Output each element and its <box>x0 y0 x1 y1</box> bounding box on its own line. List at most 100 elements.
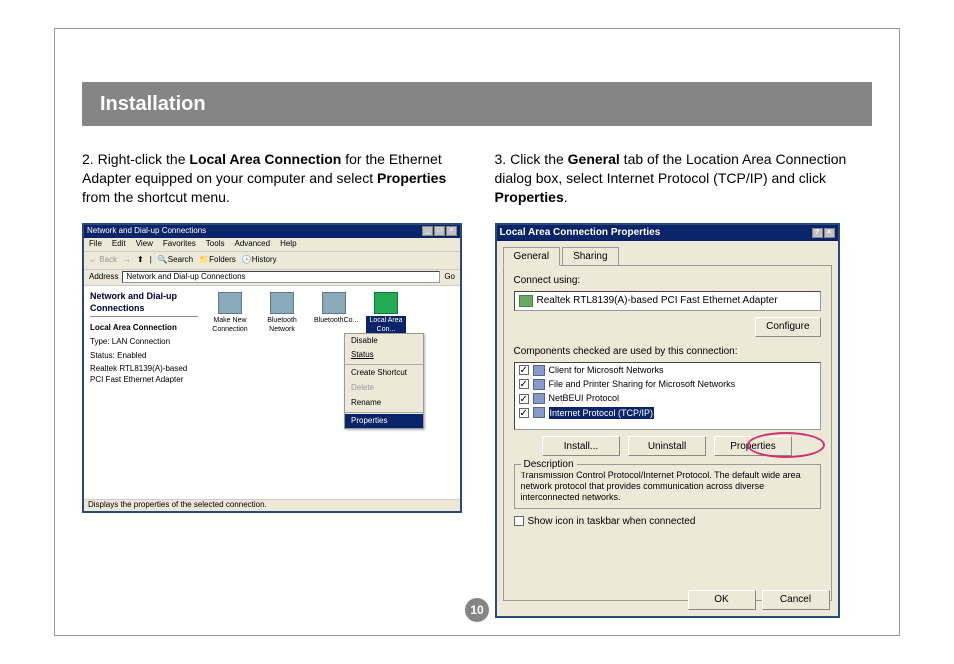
make-new-connection-icon[interactable]: Make New Connection <box>210 292 250 335</box>
step3-t3: . <box>564 189 568 205</box>
properties-button[interactable]: Properties <box>714 436 792 456</box>
ctx-status[interactable]: Status <box>345 348 423 363</box>
step-3-text: 3. Click the General tab of the Location… <box>495 150 878 207</box>
ok-button[interactable]: OK <box>688 590 756 610</box>
step3-b2: Properties <box>495 189 564 205</box>
tab-sharing[interactable]: Sharing <box>562 247 618 266</box>
address-field[interactable]: Network and Dial-up Connections <box>122 271 440 283</box>
right-column: 3. Click the General tab of the Location… <box>495 150 878 618</box>
client-icon <box>533 365 545 376</box>
window-titlebar: Network and Dial-up Connections _ □ × <box>84 225 460 238</box>
description-group: Description Transmission Control Protoco… <box>514 464 821 508</box>
step-2-number: 2. <box>82 151 98 167</box>
tab-panel: Connect using: Realtek RTL8139(A)-based … <box>503 265 832 601</box>
step2-t3: from the shortcut menu. <box>82 189 230 205</box>
sidebar-status: Status: Enabled <box>90 351 198 362</box>
components-list[interactable]: Client for Microsoft Networks File and P… <box>514 362 821 430</box>
adapter-field: Realtek RTL8139(A)-based PCI Fast Ethern… <box>514 291 821 311</box>
ctx-separator <box>345 364 423 365</box>
sidebar-type: Type: LAN Connection <box>90 337 198 348</box>
ctx-rename[interactable]: Rename <box>345 396 423 411</box>
menu-tools[interactable]: Tools <box>206 239 225 250</box>
ctx-delete: Delete <box>345 381 423 396</box>
component-buttons: Install... Uninstall Properties <box>514 436 821 456</box>
ctx-separator-2 <box>345 412 423 413</box>
page-number-badge: 10 <box>465 598 489 622</box>
close-button[interactable]: × <box>446 226 457 236</box>
menu-file[interactable]: File <box>89 239 102 250</box>
network-connections-window: Network and Dial-up Connections _ □ × Fi… <box>82 223 462 513</box>
bluetooth-co-icon[interactable]: BluetoothCo... <box>314 292 354 325</box>
menu-view[interactable]: View <box>136 239 153 250</box>
bluetooth-network-icon[interactable]: Bluetooth Network <box>262 292 302 335</box>
description-text: Transmission Control Protocol/Internet P… <box>521 470 814 502</box>
step-3-number: 3. <box>495 151 511 167</box>
help-button[interactable]: ? <box>812 228 823 238</box>
maximize-button[interactable]: □ <box>434 226 445 236</box>
dialog-close-button[interactable]: × <box>824 228 835 238</box>
go-button[interactable]: Go <box>444 272 455 283</box>
section-header: Installation <box>82 82 872 126</box>
step2-b1: Local Area Connection <box>189 151 341 167</box>
checkbox-icon[interactable] <box>519 379 529 389</box>
menu-bar: File Edit View Favorites Tools Advanced … <box>84 238 460 252</box>
menu-edit[interactable]: Edit <box>112 239 126 250</box>
minimize-button[interactable]: _ <box>422 226 433 236</box>
install-button[interactable]: Install... <box>542 436 620 456</box>
forward-button[interactable]: → <box>123 255 131 266</box>
up-button[interactable]: ⬆ <box>137 255 144 266</box>
adapter-icon <box>519 295 533 307</box>
sidebar-connection-label: Local Area Connection <box>90 323 198 334</box>
checkbox-icon[interactable] <box>519 408 529 418</box>
dialog-title: Local Area Connection Properties <box>500 226 661 240</box>
ctx-properties[interactable]: Properties <box>345 414 423 429</box>
tab-general[interactable]: General <box>503 247 561 267</box>
address-value: Network and Dial-up Connections <box>126 272 245 283</box>
tab-bar: General Sharing <box>497 241 838 266</box>
component-netbeui[interactable]: NetBEUI Protocol <box>515 391 820 405</box>
sidebar-heading: Network and Dial-up Connections <box>90 290 198 317</box>
show-icon-row: Show icon in taskbar when connected <box>514 515 821 529</box>
step3-t1: Click the <box>510 151 568 167</box>
components-label: Components checked are used by this conn… <box>514 345 821 359</box>
window-title: Network and Dial-up Connections <box>87 226 206 237</box>
menu-advanced[interactable]: Advanced <box>234 239 270 250</box>
search-button[interactable]: 🔍Search <box>158 255 193 266</box>
component-tcpip[interactable]: Internet Protocol (TCP/IP) <box>515 406 820 420</box>
sidebar-device: Realtek RTL8139(A)-based PCI Fast Ethern… <box>90 364 198 386</box>
history-button[interactable]: 🕒History <box>242 255 277 266</box>
adapter-name: Realtek RTL8139(A)-based PCI Fast Ethern… <box>537 294 778 308</box>
status-bar: Displays the properties of the selected … <box>84 499 460 511</box>
step-2-text: 2. Right-click the Local Area Connection… <box>82 150 465 207</box>
folders-button[interactable]: 📁Folders <box>199 255 236 266</box>
description-legend: Description <box>521 458 577 472</box>
menu-help[interactable]: Help <box>280 239 296 250</box>
section-title: Installation <box>100 93 206 116</box>
back-button[interactable]: ← Back <box>89 255 117 266</box>
cancel-button[interactable]: Cancel <box>762 590 830 610</box>
configure-button[interactable]: Configure <box>755 317 820 337</box>
show-icon-label: Show icon in taskbar when connected <box>528 515 696 529</box>
checkbox-icon[interactable] <box>519 394 529 404</box>
ctx-create-shortcut[interactable]: Create Shortcut <box>345 366 423 381</box>
page-number: 10 <box>470 603 483 617</box>
local-area-connection-icon[interactable]: Local Area Con... <box>366 292 406 335</box>
component-client[interactable]: Client for Microsoft Networks <box>515 363 820 377</box>
step2-t1: Right-click the <box>98 151 190 167</box>
context-menu: Disable Status Create Shortcut Delete Re… <box>344 333 424 430</box>
ctx-disable[interactable]: Disable <box>345 334 423 349</box>
uninstall-button[interactable]: Uninstall <box>628 436 706 456</box>
left-column: 2. Right-click the Local Area Connection… <box>82 150 465 618</box>
show-icon-checkbox[interactable] <box>514 516 524 526</box>
component-file-printer[interactable]: File and Printer Sharing for Microsoft N… <box>515 377 820 391</box>
window-title-buttons: _ □ × <box>422 226 457 236</box>
dialog-titlebar: Local Area Connection Properties ? × <box>497 225 838 241</box>
step2-b2: Properties <box>377 170 446 186</box>
checkbox-icon[interactable] <box>519 365 529 375</box>
menu-favorites[interactable]: Favorites <box>163 239 196 250</box>
protocol-icon <box>533 407 545 418</box>
service-icon <box>533 379 545 390</box>
address-bar: Address Network and Dial-up Connections … <box>84 270 460 286</box>
content-columns: 2. Right-click the Local Area Connection… <box>82 150 877 618</box>
step3-b1: General <box>568 151 620 167</box>
